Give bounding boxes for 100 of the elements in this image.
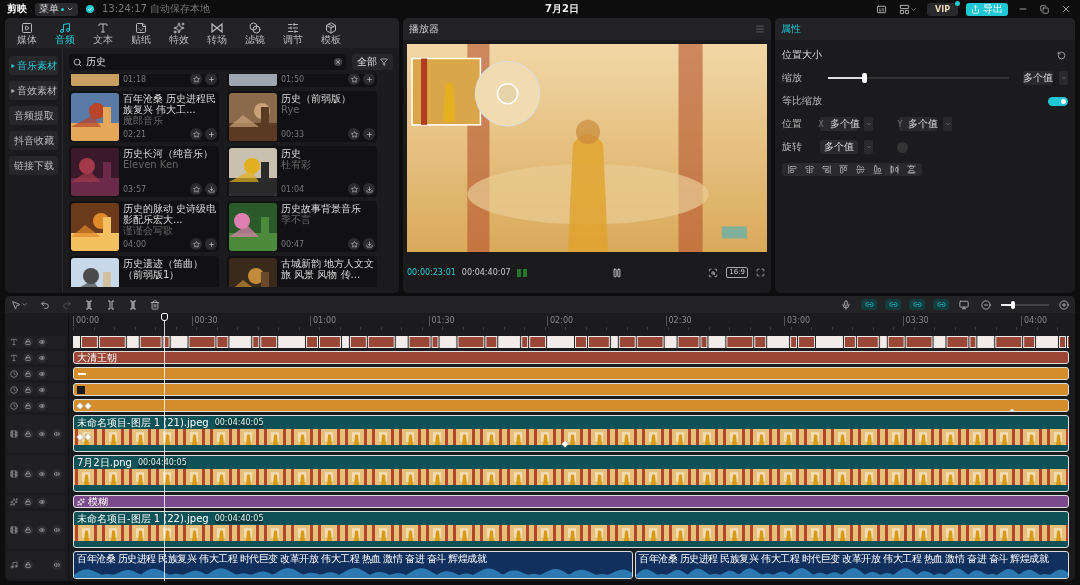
volume-icon[interactable] bbox=[51, 560, 62, 570]
effect-clip[interactable]: 模糊 bbox=[73, 495, 1069, 508]
link-toggle-icon[interactable] bbox=[861, 299, 877, 310]
lock-icon[interactable] bbox=[22, 468, 33, 479]
vip-button[interactable]: VIP bbox=[926, 2, 958, 16]
media-tab[interactable]: 文本 bbox=[87, 18, 119, 48]
category-item[interactable]: 音频提取 bbox=[9, 106, 58, 125]
text-clip[interactable]: 大清王朝 bbox=[73, 351, 1069, 364]
link-toggle-icon[interactable] bbox=[933, 299, 949, 310]
favorite-button[interactable] bbox=[348, 238, 360, 250]
add-button[interactable] bbox=[363, 128, 375, 140]
favorite-button[interactable] bbox=[190, 238, 202, 250]
music-card[interactable]: 01:50 bbox=[227, 74, 377, 87]
category-item[interactable]: 链接下载 bbox=[9, 156, 58, 175]
category-item[interactable]: 音效素材 bbox=[9, 81, 58, 100]
align-center-icon[interactable] bbox=[805, 165, 814, 174]
download-button[interactable] bbox=[205, 183, 217, 195]
add-button[interactable] bbox=[205, 74, 217, 85]
align-right-icon[interactable] bbox=[822, 165, 831, 174]
filter-button[interactable]: 全部 bbox=[352, 54, 393, 70]
subtitle-clips-drawing[interactable] bbox=[73, 336, 1069, 348]
favorite-button[interactable] bbox=[190, 128, 202, 140]
visibility-icon[interactable] bbox=[37, 400, 48, 411]
restore-icon[interactable] bbox=[1038, 2, 1051, 16]
music-card[interactable]: 历史 杜宥彩 01:04 bbox=[227, 146, 377, 197]
favorite-button[interactable] bbox=[190, 74, 202, 85]
category-item[interactable]: 抖音收藏 bbox=[9, 131, 58, 150]
music-card[interactable]: 百年沧桑 历史进程民族复兴 伟大工... 魔郎音乐 02:21 bbox=[69, 91, 219, 142]
link-toggle-icon[interactable] bbox=[909, 299, 925, 310]
lock-icon[interactable] bbox=[22, 337, 33, 347]
delete-icon[interactable] bbox=[148, 297, 162, 312]
track-title: 历史长河（纯音乐） bbox=[123, 148, 214, 159]
visibility-icon[interactable] bbox=[37, 368, 48, 379]
visibility-icon[interactable] bbox=[37, 337, 48, 347]
media-tab[interactable]: 贴纸 bbox=[125, 18, 157, 48]
volume-icon[interactable] bbox=[51, 428, 62, 439]
music-card[interactable]: 历史故事背景音乐 季不言 00:47 bbox=[227, 201, 377, 252]
media-tab[interactable]: 转场 bbox=[201, 18, 233, 48]
music-card[interactable]: 01:18 bbox=[69, 74, 219, 87]
lock-icon[interactable] bbox=[22, 384, 33, 395]
clear-icon[interactable] bbox=[334, 58, 342, 66]
media-tab[interactable]: 模板 bbox=[315, 18, 347, 48]
volume-icon[interactable] bbox=[51, 524, 62, 535]
media-tab[interactable]: 特效 bbox=[163, 18, 195, 48]
align-middle-icon[interactable] bbox=[856, 165, 865, 174]
rotation-field[interactable]: 多个值 bbox=[820, 140, 858, 154]
add-button[interactable] bbox=[205, 238, 217, 250]
music-card[interactable]: 历史（前弱版） Rye 00:33 bbox=[227, 91, 377, 142]
add-button[interactable] bbox=[363, 74, 375, 85]
favorite-button[interactable] bbox=[348, 74, 360, 85]
scale-field[interactable]: 多个值 bbox=[1023, 71, 1053, 85]
visibility-icon[interactable] bbox=[37, 352, 48, 363]
link-toggle-icon[interactable] bbox=[885, 299, 901, 310]
visibility-icon[interactable] bbox=[37, 468, 48, 479]
zoom-out-icon[interactable] bbox=[979, 297, 993, 312]
sticker-clip[interactable] bbox=[73, 367, 1069, 380]
media-tab[interactable]: 音频 bbox=[49, 18, 81, 48]
music-card[interactable]: 历史长河（纯音乐） Eleven Ken 03:57 bbox=[69, 146, 219, 197]
category-item[interactable]: 音乐素材 bbox=[9, 56, 58, 75]
download-button[interactable] bbox=[363, 238, 375, 250]
music-card[interactable]: 古城新韵 地方人文文旅 风景 风物 传... bbox=[227, 256, 377, 287]
sticker-clip[interactable] bbox=[73, 383, 1069, 396]
lock-icon[interactable] bbox=[22, 368, 33, 379]
align-bottom-icon[interactable] bbox=[873, 165, 882, 174]
lock-icon[interactable] bbox=[22, 352, 33, 363]
media-tab[interactable]: 滤镜 bbox=[239, 18, 271, 48]
add-button[interactable] bbox=[205, 128, 217, 140]
favorite-button[interactable] bbox=[348, 183, 360, 195]
lock-icon[interactable] bbox=[22, 496, 33, 507]
volume-icon[interactable] bbox=[51, 468, 62, 479]
align-top-icon[interactable] bbox=[839, 165, 848, 174]
visibility-icon[interactable] bbox=[37, 384, 48, 395]
lock-icon[interactable] bbox=[22, 524, 33, 535]
music-card[interactable]: 历史的脉动 史诗级电影配乐宏大... 谨谨会写歌 04:00 bbox=[69, 201, 219, 252]
media-tab[interactable]: 媒体 bbox=[11, 18, 43, 48]
lock-icon[interactable] bbox=[22, 560, 33, 570]
lock-icon[interactable] bbox=[22, 400, 33, 411]
zoom-in-icon[interactable] bbox=[1057, 297, 1071, 312]
position-x-field[interactable]: X 多个值 bbox=[820, 117, 858, 131]
audio-clip[interactable]: 百年沧桑 历史进程 民族复兴 伟大工程 时代巨变 改革开放 伟大工程 热血 激情 奋进 奋斗 辉煌成就 bbox=[635, 551, 1069, 579]
align-left-icon[interactable] bbox=[788, 165, 797, 174]
visibility-icon[interactable] bbox=[37, 496, 48, 507]
menu-button[interactable]: 菜单 bbox=[35, 2, 78, 16]
fullscreen-icon[interactable] bbox=[754, 266, 767, 279]
favorite-button[interactable] bbox=[190, 183, 202, 195]
search-field[interactable]: 历史 bbox=[69, 54, 346, 70]
lock-icon[interactable] bbox=[22, 428, 33, 439]
music-card[interactable]: 历史遗迹（笛曲）（前弱版1） bbox=[69, 256, 219, 287]
toggle-switch[interactable] bbox=[1048, 96, 1068, 106]
microphone-icon[interactable] bbox=[839, 297, 853, 312]
download-button[interactable] bbox=[363, 183, 375, 195]
visibility-icon[interactable] bbox=[37, 428, 48, 439]
favorite-button[interactable] bbox=[348, 128, 360, 140]
distribute-horizontal-icon[interactable] bbox=[890, 165, 899, 174]
reset-icon[interactable] bbox=[1055, 48, 1068, 62]
distribute-vertical-icon[interactable] bbox=[907, 165, 916, 174]
keyframe-icon[interactable] bbox=[561, 440, 570, 448]
media-tab[interactable]: 调节 bbox=[277, 18, 309, 48]
position-y-field[interactable]: Y 多个值 bbox=[899, 117, 937, 131]
visibility-icon[interactable] bbox=[37, 524, 48, 535]
